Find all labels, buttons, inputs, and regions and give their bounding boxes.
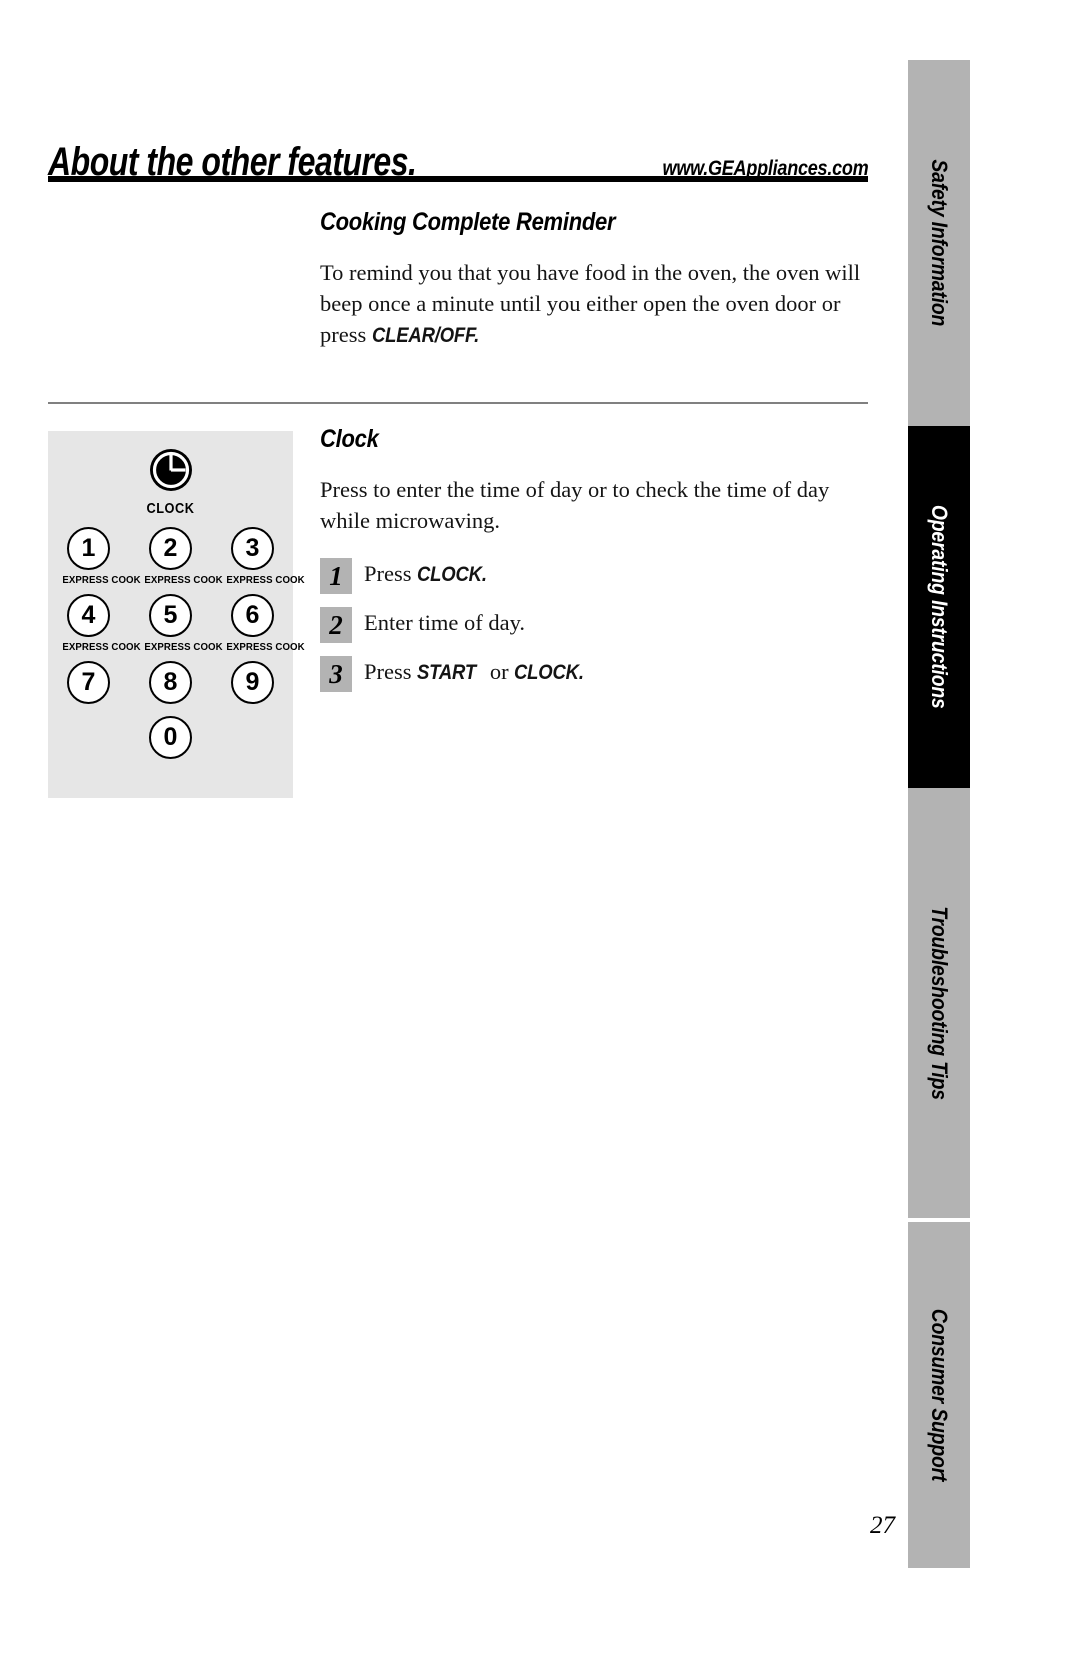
step-number-badge: 3 xyxy=(320,656,352,692)
tab-operating-instructions[interactable]: Operating Instructions xyxy=(908,426,970,788)
step-text-lead: Press xyxy=(364,561,418,586)
section-heading-clock: Clock xyxy=(320,425,379,453)
keypad-button-8[interactable]: 8 xyxy=(149,661,192,704)
clock-intro: Press to enter the time of day or to che… xyxy=(320,477,830,533)
keypad-button-4[interactable]: 4 xyxy=(67,594,110,637)
clock-icon xyxy=(148,447,194,493)
keypad-sublabel-6: EXPRESS COOK xyxy=(225,641,305,653)
keypad-number-grid: 1 EXPRESS COOK 2 EXPRESS COOK 3 EXPRESS … xyxy=(48,527,305,759)
tab-safety-information[interactable]: Safety Information xyxy=(908,60,970,426)
keypad-clock-key[interactable]: CLOCK xyxy=(48,447,293,517)
clock-step-3: 3 Press START or CLOCK. xyxy=(320,656,868,692)
keypad-cell: 0 xyxy=(142,716,200,759)
keypad-cell: 1 EXPRESS COOK xyxy=(60,527,141,587)
keypad-sublabel-3: EXPRESS COOK xyxy=(225,574,305,586)
manual-page: About the other features. www.GEApplianc… xyxy=(0,0,1080,1669)
keypad-row: 7 8 9 xyxy=(48,661,293,704)
section-divider xyxy=(48,402,868,404)
keypad-cell: 5 EXPRESS COOK xyxy=(142,594,223,654)
step-keyword-clock: CLOCK. xyxy=(417,563,487,586)
keypad-cell: 4 EXPRESS COOK xyxy=(60,594,141,654)
keypad-cell: 6 EXPRESS COOK xyxy=(224,594,305,654)
section-tab-rail: Safety Information Operating Instruction… xyxy=(908,60,970,1568)
keypad-button-2[interactable]: 2 xyxy=(149,527,192,570)
keypad-cell: 8 xyxy=(142,661,200,704)
keypad-row: 1 EXPRESS COOK 2 EXPRESS COOK 3 EXPRESS … xyxy=(48,527,305,587)
section-cooking-complete-reminder: Cooking Complete Reminder To remind you … xyxy=(320,207,868,351)
section-heading-reminder: Cooking Complete Reminder xyxy=(320,208,616,236)
reminder-body: To remind you that you have food in the … xyxy=(320,257,868,351)
step-keyword-clock: CLOCK. xyxy=(514,661,584,684)
keypad-sublabel-1: EXPRESS COOK xyxy=(61,574,141,586)
keypad-cell: 3 EXPRESS COOK xyxy=(224,527,305,587)
step-text-lead: Enter time of day. xyxy=(364,610,525,635)
step-text: Press CLOCK. xyxy=(364,558,496,589)
step-text-middle: or xyxy=(484,659,515,684)
keypad-clock-label: CLOCK xyxy=(146,501,195,517)
clock-step-1: 1 Press CLOCK. xyxy=(320,558,868,594)
step-text-lead: Press xyxy=(364,659,418,684)
keypad-button-3[interactable]: 3 xyxy=(231,527,274,570)
keypad-button-0[interactable]: 0 xyxy=(149,716,192,759)
keypad-button-7[interactable]: 7 xyxy=(67,661,110,704)
keypad-row: 0 xyxy=(48,716,293,759)
keypad-button-5[interactable]: 5 xyxy=(149,594,192,637)
tab-label: Operating Instructions xyxy=(927,505,952,709)
keypad-sublabel-4: EXPRESS COOK xyxy=(61,641,141,653)
content-column: About the other features. www.GEApplianc… xyxy=(48,0,868,1669)
keypad-sublabel-5: EXPRESS COOK xyxy=(143,641,223,653)
step-number-badge: 1 xyxy=(320,558,352,594)
clock-step-2: 2 Enter time of day. xyxy=(320,607,868,643)
keypad-cell: 7 xyxy=(60,661,118,704)
keypad-cell: 9 xyxy=(224,661,282,704)
keypad-button-1[interactable]: 1 xyxy=(67,527,110,570)
keypad-button-9[interactable]: 9 xyxy=(231,661,274,704)
keypad-sublabel-2: EXPRESS COOK xyxy=(143,574,223,586)
keypad-cell: 2 EXPRESS COOK xyxy=(142,527,223,587)
step-keyword-start: START xyxy=(417,661,477,684)
keypad-row: 4 EXPRESS COOK 5 EXPRESS COOK 6 EXPRESS … xyxy=(48,594,305,654)
header-rule xyxy=(48,176,868,182)
step-text: Enter time of day. xyxy=(364,607,525,637)
tab-label: Consumer Support xyxy=(927,1308,952,1482)
reminder-keyword-clear-off: CLEAR/OFF. xyxy=(371,324,479,347)
clock-steps-list: 1 Press CLOCK. 2 Enter time of day. 3 Pr… xyxy=(320,558,868,692)
page-header: About the other features. www.GEApplianc… xyxy=(48,122,868,184)
tab-troubleshooting-tips[interactable]: Troubleshooting Tips xyxy=(908,788,970,1218)
step-number-badge: 2 xyxy=(320,607,352,643)
keypad-diagram: CLOCK 1 EXPRESS COOK 2 EXPRESS COOK 3 EX… xyxy=(48,431,305,798)
page-number: 27 xyxy=(870,1512,895,1539)
tab-label: Troubleshooting Tips xyxy=(927,906,952,1100)
step-text: Press START or CLOCK. xyxy=(364,656,594,687)
keypad-button-6[interactable]: 6 xyxy=(231,594,274,637)
tab-label: Safety Information xyxy=(927,159,952,327)
tab-consumer-support[interactable]: Consumer Support xyxy=(908,1222,970,1568)
section-clock: Clock Press to enter the time of day or … xyxy=(320,424,868,705)
